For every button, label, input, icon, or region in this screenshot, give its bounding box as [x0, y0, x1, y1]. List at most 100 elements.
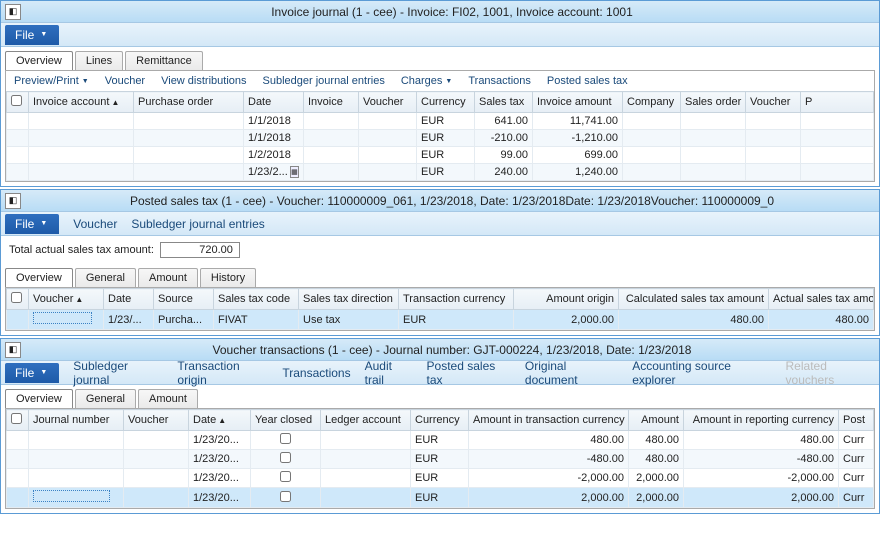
select-all-checkbox[interactable] [11, 95, 22, 106]
cell-amount-trans-currency[interactable]: 480.00 [469, 431, 629, 450]
col-year-closed[interactable]: Year closed [251, 410, 321, 431]
col-currency[interactable]: Currency [417, 92, 475, 113]
cell-date[interactable]: 1/23/... [104, 310, 154, 330]
tab-lines[interactable]: Lines [75, 51, 123, 70]
col-sales-tax[interactable]: Sales tax [475, 92, 533, 113]
cell-amount[interactable]: 2,000.00 [629, 469, 684, 488]
col-invoice-account[interactable]: Invoice account▲ [29, 92, 134, 113]
cell-amount-trans-currency[interactable]: -2,000.00 [469, 469, 629, 488]
table-row[interactable]: 1/1/2018EUR-210.00-1,210.00 [7, 130, 874, 147]
select-all-header[interactable] [7, 410, 29, 431]
cell-date[interactable]: 1/23/2...▦ [244, 164, 304, 181]
cell-currency[interactable]: EUR [399, 310, 514, 330]
subledger-entries-button[interactable]: Subledger journal entries [263, 75, 385, 87]
year-closed-checkbox[interactable] [280, 452, 291, 463]
table-row[interactable]: 1/23/20...EUR-480.00480.00-480.00Curr [7, 450, 874, 469]
col-invoice[interactable]: Invoice [304, 92, 359, 113]
col-currency[interactable]: Currency [411, 410, 469, 431]
cell-year-closed[interactable] [251, 488, 321, 508]
sales-tax-grid[interactable]: Voucher▲ Date Source Sales tax code Sale… [6, 288, 874, 330]
cell-actual-tax[interactable]: 480.00 [769, 310, 874, 330]
cell-sales-tax[interactable]: 641.00 [475, 113, 533, 130]
tab-history[interactable]: History [200, 268, 256, 287]
cell-date[interactable]: 1/2/2018 [244, 147, 304, 164]
table-row[interactable]: 1/23/20...EUR480.00480.00480.00Curr [7, 431, 874, 450]
cell-currency[interactable]: EUR [411, 450, 469, 469]
col-sales-order[interactable]: Sales order [681, 92, 746, 113]
invoice-grid[interactable]: Invoice account▲ Purchase order Date Inv… [6, 91, 874, 181]
posted-sales-tax-button[interactable]: Posted sales tax [547, 75, 628, 87]
tab-general[interactable]: General [75, 389, 136, 408]
cell-voucher[interactable] [29, 310, 104, 330]
col-calc-tax[interactable]: Calculated sales tax amount [619, 289, 769, 310]
cell-date[interactable]: 1/23/20... [189, 431, 251, 450]
cell-journal-number[interactable] [29, 488, 124, 508]
cell-invoice-amount[interactable]: 1,240.00 [533, 164, 623, 181]
cell-post[interactable]: Curr [839, 450, 874, 469]
calendar-icon[interactable]: ▦ [290, 166, 299, 178]
subledger-journal-menu[interactable]: Subledger journal [73, 359, 163, 387]
col-invoice-amount[interactable]: Invoice amount [533, 92, 623, 113]
select-all-header[interactable] [7, 289, 29, 310]
col-voucher[interactable]: Voucher [359, 92, 417, 113]
col-amount-trans-currency[interactable]: Amount in transaction currency [469, 410, 629, 431]
col-amount-reporting[interactable]: Amount in reporting currency [684, 410, 839, 431]
select-all-checkbox[interactable] [11, 413, 22, 424]
year-closed-checkbox[interactable] [280, 433, 291, 444]
cell-invoice-amount[interactable]: -1,210.00 [533, 130, 623, 147]
cell-calc-tax[interactable]: 480.00 [619, 310, 769, 330]
col-tax-code[interactable]: Sales tax code [214, 289, 299, 310]
cell-currency[interactable]: EUR [417, 113, 475, 130]
original-document-menu[interactable]: Original document [525, 359, 618, 387]
cell-year-closed[interactable] [251, 450, 321, 469]
tab-overview[interactable]: Overview [5, 51, 73, 70]
cell-amount[interactable]: 2,000.00 [629, 488, 684, 508]
transactions-menu[interactable]: Transactions [282, 366, 350, 380]
cell-amount-origin[interactable]: 2,000.00 [514, 310, 619, 330]
tab-overview[interactable]: Overview [5, 389, 73, 408]
cell-amount-reporting[interactable]: 480.00 [684, 431, 839, 450]
cell-date[interactable]: 1/23/20... [189, 469, 251, 488]
posted-sales-tax-menu[interactable]: Posted sales tax [427, 359, 511, 387]
tab-general[interactable]: General [75, 268, 136, 287]
tab-amount[interactable]: Amount [138, 268, 198, 287]
cell-currency[interactable]: EUR [411, 431, 469, 450]
file-menu-button[interactable]: File▼ [5, 214, 59, 234]
cell-direction[interactable]: Use tax [299, 310, 399, 330]
cell-source[interactable]: Purcha... [154, 310, 214, 330]
cell-date[interactable]: 1/1/2018 [244, 113, 304, 130]
transactions-button[interactable]: Transactions [468, 75, 531, 87]
cell-currency[interactable]: EUR [417, 164, 475, 181]
cell-year-closed[interactable] [251, 469, 321, 488]
accounting-source-explorer-menu[interactable]: Accounting source explorer [632, 359, 771, 387]
col-trans-currency[interactable]: Transaction currency [399, 289, 514, 310]
cell-currency[interactable]: EUR [417, 147, 475, 164]
cell-amount-reporting[interactable]: -480.00 [684, 450, 839, 469]
col-source[interactable]: Source [154, 289, 214, 310]
cell-currency[interactable]: EUR [417, 130, 475, 147]
cell-amount-trans-currency[interactable]: 2,000.00 [469, 488, 629, 508]
cell-currency[interactable]: EUR [411, 488, 469, 508]
col-tax-direction[interactable]: Sales tax direction [299, 289, 399, 310]
col-date[interactable]: Date [244, 92, 304, 113]
cell-sales-tax[interactable]: 99.00 [475, 147, 533, 164]
col-amount[interactable]: Amount [629, 410, 684, 431]
year-closed-checkbox[interactable] [280, 471, 291, 482]
voucher-menu[interactable]: Voucher [73, 217, 117, 231]
col-voucher[interactable]: Voucher [124, 410, 189, 431]
cell-tax-code[interactable]: FIVAT [214, 310, 299, 330]
col-ledger-account[interactable]: Ledger account [321, 410, 411, 431]
cell-date[interactable]: 1/23/20... [189, 488, 251, 508]
transaction-origin-menu[interactable]: Transaction origin [177, 359, 268, 387]
table-row[interactable]: 1/23/20...EUR-2,000.002,000.00-2,000.00C… [7, 469, 874, 488]
col-date[interactable]: Date [104, 289, 154, 310]
col-company[interactable]: Company [623, 92, 681, 113]
table-row[interactable]: 1/23/... Purcha... FIVAT Use tax EUR 2,0… [7, 310, 874, 330]
cell-year-closed[interactable] [251, 431, 321, 450]
cell-post[interactable]: Curr [839, 469, 874, 488]
cell-post[interactable]: Curr [839, 488, 874, 508]
col-post[interactable]: Post [839, 410, 874, 431]
col-extra[interactable]: P [801, 92, 874, 113]
cell-sales-tax[interactable]: -210.00 [475, 130, 533, 147]
col-voucher[interactable]: Voucher▲ [29, 289, 104, 310]
